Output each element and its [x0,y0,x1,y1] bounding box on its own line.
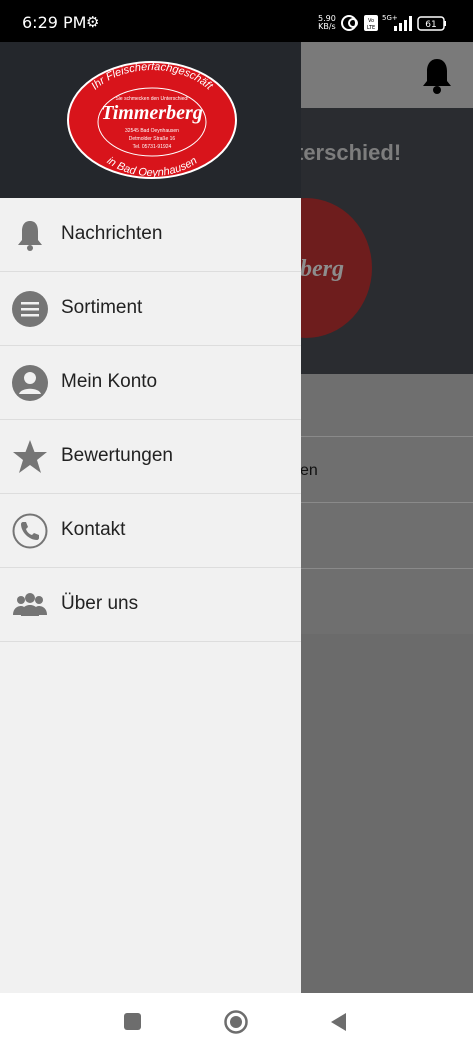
menu-item-label: Nachrichten [61,223,163,244]
status-bar: 6:29 PM ⚙ 5.90 KB/s Vo LTE 5G+ 61 [0,0,473,42]
menu-item-label: Über uns [61,593,139,614]
menu-item-ueber-uns[interactable]: Über uns [0,568,301,642]
battery-icon: 61 [417,16,446,31]
status-icons: Vo LTE 5G+ 61 [341,14,446,31]
logo-address-city: 32545 Bad Oeynhausen [125,128,179,134]
network-speed: 5.90 KB/s [318,15,336,31]
banner-text: terschied! [296,140,402,165]
menu-item-sortiment[interactable]: Sortiment [0,272,301,346]
account-icon [12,365,48,401]
timmerberg-logo: Ihr Fleischerfachgeschäft Sie schmecken … [67,61,237,179]
banner-logo-text: berg [300,256,344,282]
phone-icon [12,513,48,549]
star-icon [13,440,47,473]
back-button[interactable] [326,1009,352,1035]
home-button[interactable] [223,1009,249,1035]
svg-text:LTE: LTE [367,25,375,31]
menu-item-label: Sortiment [61,297,143,318]
drawer-header: Ihr Fleischerfachgeschäft Sie schmecken … [0,42,301,198]
system-navigation-bar [0,993,473,1050]
menu-item-mein-konto[interactable]: Mein Konto [0,346,301,420]
volte-icon: Vo LTE [364,15,378,31]
hotspot-icon [341,15,358,31]
network-type: 5G+ [382,14,398,22]
list-icon [12,291,48,327]
menu-item-label: Kontakt [61,519,126,540]
menu-item-nachrichten[interactable]: Nachrichten [0,198,301,272]
recent-apps-button[interactable] [120,1009,146,1035]
list-item-text: en [300,462,318,479]
drawer-menu: Nachrichten Sortiment Mein Konto Bewertu… [0,198,301,642]
battery-level: 61 [425,20,436,30]
network-speed-unit: KB/s [318,22,336,31]
navigation-drawer: Ihr Fleischerfachgeschäft Sie schmecken … [0,42,301,993]
logo-address-street: Detmolder Straße 16 [129,136,176,142]
menu-item-bewertungen[interactable]: Bewertungen [0,420,301,494]
group-icon [13,593,47,616]
menu-item-kontakt[interactable]: Kontakt [0,494,301,568]
svg-text:Vo: Vo [368,18,374,24]
menu-item-label: Bewertungen [61,445,173,466]
settings-gear-icon: ⚙ [86,14,100,31]
bell-icon [18,221,42,251]
logo-name: Timmerberg [101,102,202,124]
menu-item-label: Mein Konto [61,371,158,392]
status-time: 6:29 PM [22,13,87,32]
logo-phone: Tel. 05731-91924 [133,144,172,150]
notification-bell-icon[interactable] [419,55,455,95]
